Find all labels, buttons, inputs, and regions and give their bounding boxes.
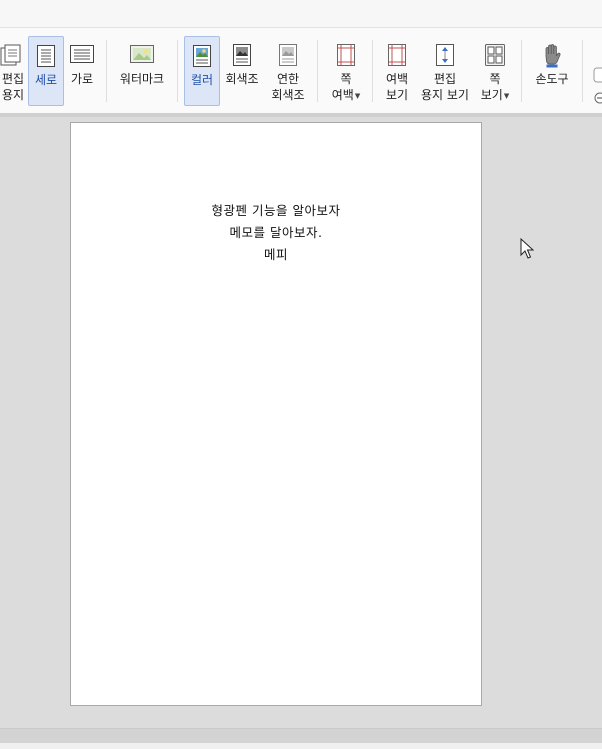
color-mode-icon (192, 44, 212, 71)
ribbon-bottom-edge (0, 114, 602, 117)
page-margin-icon (336, 43, 356, 70)
hand-tool-icon (541, 43, 563, 72)
light-grayscale-label-1: 연한 (276, 72, 300, 86)
portrait-page-icon (36, 44, 56, 71)
edit-paper-icon (0, 43, 22, 70)
grayscale-icon (232, 43, 252, 70)
portrait-button[interactable]: 세로 (28, 36, 64, 106)
hand-tool-label: 손도구 (535, 72, 569, 86)
color-button[interactable]: 컬러 (184, 36, 220, 106)
grayscale-button[interactable]: 회색조 (222, 36, 262, 106)
landscape-label: 가로 (70, 72, 94, 86)
page-margin-label-2: 여백 (331, 88, 354, 102)
watermark-icon (129, 43, 155, 68)
page-view-label-2: 보기 (480, 88, 503, 102)
light-grayscale-button[interactable]: 연한 회색조 (266, 36, 310, 106)
landscape-page-icon (69, 43, 95, 68)
margin-view-button[interactable]: 여백 보기 (379, 36, 415, 106)
print-preview-ribbon: 편집 용지 세로 가로 워터마크 컬러 회색조 연한 회색조 쪽 여백▼ 여백 … (0, 28, 602, 114)
margin-view-label-1: 여백 (385, 72, 409, 86)
ribbon-separator (372, 40, 373, 102)
ribbon-separator (177, 40, 178, 102)
margin-view-icon (387, 43, 407, 70)
document-body: 형광펜 기능을 알아보자 메모를 달아보자. 메피 (71, 200, 481, 266)
edit-paper-button[interactable]: 편집 용지 (0, 36, 26, 106)
dropdown-caret-icon[interactable]: ▼ (355, 92, 360, 100)
page-view-label-1: 쪽 (489, 72, 501, 86)
page-margin-label-1: 쪽 (340, 72, 352, 86)
edit-paper-view-label-1: 편집 (433, 72, 457, 86)
preview-page[interactable]: 형광펜 기능을 알아보자 메모를 달아보자. 메피 (70, 122, 482, 706)
dropdown-caret-icon[interactable]: ▼ (504, 92, 509, 100)
edit-paper-label-1: 편집 (1, 72, 25, 86)
page-margin-button[interactable]: 쪽 여백▼ (326, 36, 366, 106)
multi-page-view-icon (484, 43, 506, 70)
document-line: 메피 (263, 247, 288, 262)
mouse-pointer-icon (520, 237, 535, 263)
edit-paper-view-label-2: 용지 보기 (421, 88, 469, 102)
ribbon-separator (106, 40, 107, 102)
edit-paper-label-2: 용지 (1, 88, 25, 102)
color-label: 컬러 (190, 73, 214, 87)
hand-tool-button[interactable]: 손도구 (528, 36, 576, 106)
document-line: 메모를 달아보자. (229, 225, 323, 240)
page-view-button[interactable]: 쪽 보기▼ (476, 36, 514, 106)
ribbon-separator (582, 40, 583, 102)
ribbon-separator (521, 40, 522, 102)
light-grayscale-label-2: 회색조 (271, 88, 305, 102)
ribbon-separator (317, 40, 318, 102)
margin-view-label-2: 보기 (385, 88, 409, 102)
watermark-label: 워터마크 (119, 72, 165, 86)
horizontal-scrollbar[interactable] (0, 728, 602, 749)
title-strip (0, 0, 602, 28)
portrait-label: 세로 (34, 73, 58, 87)
document-line: 형광펜 기능을 알아보자 (211, 203, 341, 218)
edit-paper-view-icon (435, 43, 455, 70)
grayscale-label: 회색조 (225, 72, 259, 86)
status-strip (0, 743, 602, 749)
watermark-button[interactable]: 워터마크 (114, 36, 170, 106)
light-grayscale-icon (278, 43, 298, 70)
landscape-button[interactable]: 가로 (66, 36, 98, 106)
edit-paper-view-button[interactable]: 편집 용지 보기 (418, 36, 472, 106)
